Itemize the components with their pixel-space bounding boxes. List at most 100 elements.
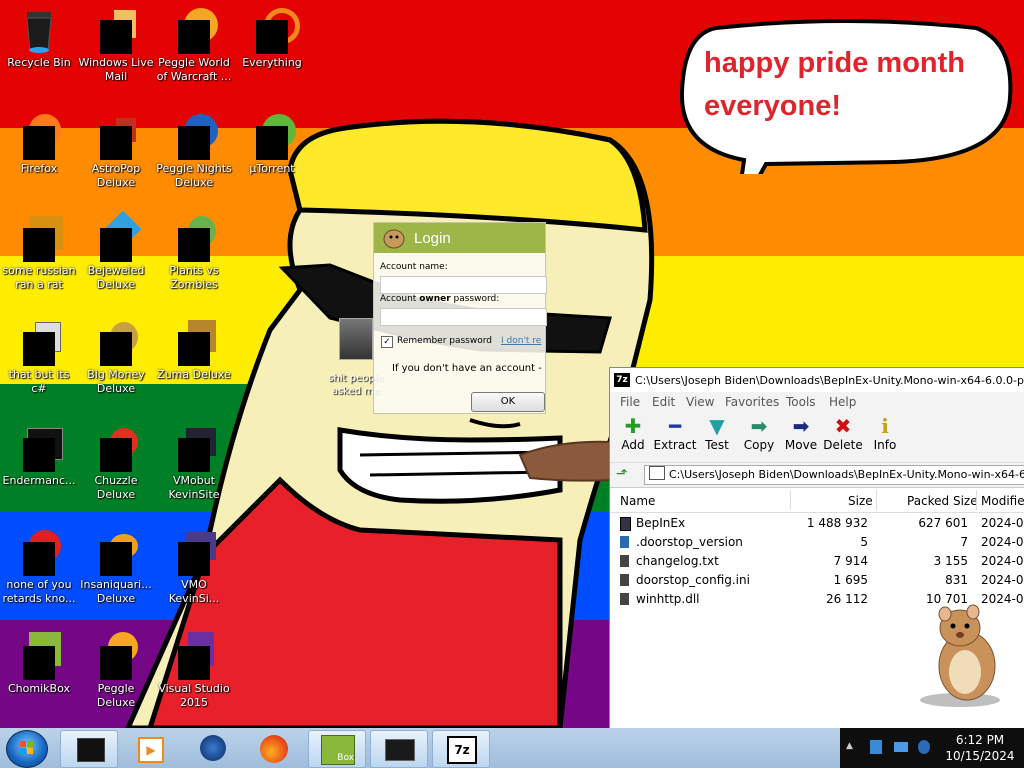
account-name-label: Account name: <box>380 262 448 272</box>
column-packed-size[interactable]: Packed Size <box>907 494 978 508</box>
up-folder-icon[interactable]: ⬏ <box>616 466 628 482</box>
desktop-icon-that-but-its-csharp[interactable]: that but its c# <box>1 318 77 396</box>
add-button[interactable]: ✚ Add <box>611 414 655 452</box>
file-icon <box>620 536 629 548</box>
desktop-icon-zuma[interactable]: Zuma Deluxe <box>156 318 232 382</box>
check-arrow-icon: ▼ <box>709 414 725 438</box>
desktop-icon-visual-studio-2015[interactable]: Visual Studio 2015 <box>156 632 232 710</box>
hamster-box-icon <box>15 632 63 680</box>
redacted-block <box>178 332 210 366</box>
address-bar: ⬏ C:\Users\Joseph Biden\Downloads\BepInE… <box>610 463 1024 488</box>
move-button[interactable]: ➡ Move <box>779 414 823 452</box>
desktop-icon-endermanch[interactable]: Endermanc... <box>1 424 77 488</box>
hamster-gadget[interactable] <box>915 600 1015 710</box>
desktop-icon-chuzzle[interactable]: Chuzzle Deluxe <box>78 424 154 502</box>
path-field[interactable]: C:\Users\Joseph Biden\Downloads\BepInEx-… <box>644 465 1024 485</box>
taskbar-firefox[interactable] <box>246 730 302 766</box>
hamster-box-icon: Box <box>321 735 355 765</box>
redacted-block <box>100 646 132 680</box>
taskbar: ▶ Box 7z ▲ 6:12 PM 10/15/2024 <box>0 728 1024 768</box>
menu-view[interactable]: View <box>686 395 714 409</box>
desktop-icon-windows-live-mail[interactable]: Windows Live Mail <box>78 6 154 84</box>
desktop-icon-peggle-wow[interactable]: Peggle World of Warcraft ... <box>156 6 232 84</box>
account-name-field[interactable] <box>380 276 547 294</box>
media-player-icon: ▶ <box>138 737 164 763</box>
remember-password-label: Remember password <box>397 336 492 346</box>
redacted-block <box>178 20 210 54</box>
show-hidden-icons[interactable]: ▲ <box>846 741 853 751</box>
desktop-icon-big-money[interactable]: Big Money Deluxe <box>78 318 154 396</box>
table-row[interactable]: BepInEx 1 488 932 627 601 2024-08- <box>610 514 1024 533</box>
recycle-bin-icon <box>15 6 63 54</box>
desktop-icon-vmobut-kevinsite[interactable]: VMobut KevinSite <box>156 424 232 502</box>
column-size[interactable]: Size <box>848 494 873 508</box>
menu-edit[interactable]: Edit <box>652 395 675 409</box>
table-row[interactable]: changelog.txt 7 914 3 155 2024-08- <box>610 552 1024 571</box>
desktop-icon-some-russian-ran-a-rat[interactable]: some russian ran a rat <box>1 214 77 292</box>
taskbar-terminal[interactable] <box>370 730 428 768</box>
sevenzip-icon: 7z <box>614 373 630 387</box>
extract-button[interactable]: ━ Extract <box>653 414 697 452</box>
redacted-block <box>100 542 132 576</box>
info-button[interactable]: i Info <box>863 414 907 452</box>
sevenzip-title-bar[interactable]: 7z C:\Users\Joseph Biden\Downloads\BepIn… <box>610 368 1024 392</box>
volume-icon[interactable] <box>918 740 930 754</box>
redacted-block <box>23 646 55 680</box>
taskbar-media-player[interactable]: ▶ <box>122 730 178 766</box>
desktop-icon-bejeweled[interactable]: Bejeweled Deluxe <box>78 210 154 292</box>
desktop-icon-utorrent[interactable]: µTorrent <box>234 112 310 176</box>
ok-button[interactable]: OK <box>471 392 545 412</box>
taskbar-chomikbox[interactable]: Box <box>308 730 366 768</box>
redacted-block <box>100 126 132 160</box>
desktop-icon-vmo-kevinsite[interactable]: VMO KevinSi... <box>156 528 232 606</box>
login-title-bar[interactable]: Login <box>374 223 545 253</box>
delete-button[interactable]: ✖ Delete <box>821 414 865 452</box>
network-icon[interactable] <box>870 740 882 754</box>
globe-icon <box>200 735 226 761</box>
owner-password-field[interactable] <box>380 308 547 326</box>
taskbar-app-window[interactable] <box>60 730 118 768</box>
terminal-icon <box>15 424 63 472</box>
remember-password-checkbox[interactable]: ✓ <box>381 336 393 348</box>
redacted-block <box>23 228 55 262</box>
file-list-header: Name Size Packed Size Modifie <box>610 488 1024 513</box>
start-button[interactable] <box>6 730 48 768</box>
desktop-icon-plants-vs-zombies[interactable]: Plants vs Zombies <box>156 214 232 292</box>
forgot-password-link[interactable]: I don't re <box>501 336 541 346</box>
desktop-icon-none-of-you[interactable]: none of you retards kno... <box>1 528 77 606</box>
desktop-icon-chomikbox[interactable]: ChomikBox <box>1 632 77 696</box>
desktop-icon-peggle-nights[interactable]: Peggle Nights Deluxe <box>156 112 232 190</box>
desktop[interactable]: happy pride month everyone! Recycle Bin … <box>0 0 1024 728</box>
redacted-block <box>100 228 132 262</box>
peggle-icon <box>170 6 218 54</box>
taskbar-browser[interactable] <box>184 730 240 766</box>
menu-file[interactable]: File <box>620 395 640 409</box>
table-row[interactable]: doorstop_config.ini 1 695 831 2024-08- <box>610 571 1024 590</box>
taskbar-sevenzip[interactable]: 7z <box>432 730 490 768</box>
firefox-icon <box>15 112 63 160</box>
redacted-block <box>100 20 132 54</box>
peggle-icon <box>92 632 140 680</box>
menu-favorites[interactable]: Favorites <box>725 395 779 409</box>
menu-tools[interactable]: Tools <box>786 395 816 409</box>
dll-file-icon <box>620 593 629 605</box>
column-name[interactable]: Name <box>620 494 655 508</box>
desktop-icon-peggle-deluxe[interactable]: Peggle Deluxe <box>78 632 154 710</box>
redacted-block <box>178 228 210 262</box>
desktop-icon-astropop[interactable]: AstroPop Deluxe <box>78 112 154 190</box>
copy-button[interactable]: ➡ Copy <box>737 414 781 452</box>
column-modified[interactable]: Modifie <box>981 494 1024 508</box>
test-button[interactable]: ▼ Test <box>695 414 739 452</box>
desktop-icon-firefox[interactable]: Firefox <box>1 112 77 176</box>
desktop-icon-recycle-bin[interactable]: Recycle Bin <box>1 6 77 70</box>
table-row[interactable]: .doorstop_version 5 7 2024-08- <box>610 533 1024 552</box>
clock-date[interactable]: 10/15/2024 <box>940 749 1020 763</box>
desktop-icon-everything[interactable]: Everything <box>234 6 310 70</box>
desktop-icon-insaniquarium[interactable]: Insaniquari... Deluxe <box>78 528 154 606</box>
monitor-icon[interactable] <box>894 742 908 752</box>
menu-help[interactable]: Help <box>829 395 856 409</box>
zuma-icon <box>170 318 218 366</box>
clock-time[interactable]: 6:12 PM <box>940 733 1020 747</box>
search-icon <box>248 6 300 54</box>
windows-logo-icon <box>20 741 33 754</box>
